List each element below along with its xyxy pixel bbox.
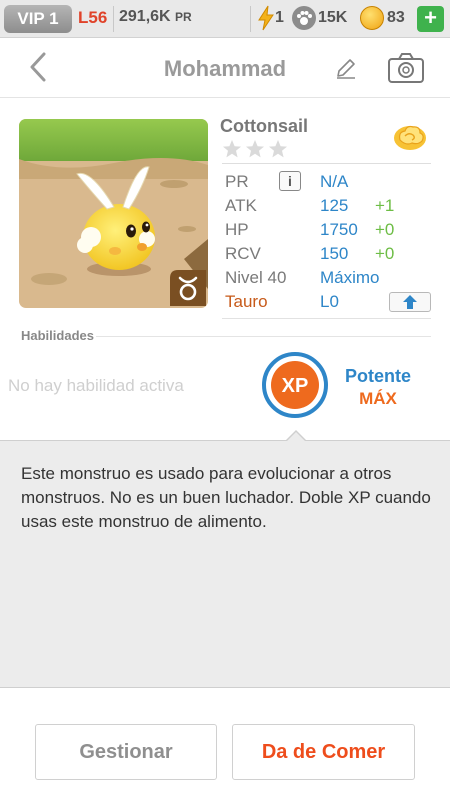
divider: [250, 6, 251, 32]
stat-bonus-hp: +0: [375, 220, 395, 239]
lightning-icon: [258, 5, 274, 31]
stat-label-hp: HP: [225, 220, 249, 239]
stat-bonus-atk: +1: [375, 196, 395, 215]
player-level: L56: [78, 8, 108, 27]
divider: [96, 336, 431, 337]
add-coins-button[interactable]: +: [417, 6, 444, 32]
stat-label-zodiac: Tauro: [225, 292, 268, 311]
vip-badge[interactable]: VIP 1: [4, 5, 72, 33]
manage-button[interactable]: Gestionar: [35, 724, 217, 780]
feed-button[interactable]: Da de Comer: [232, 724, 415, 780]
divider: [222, 163, 431, 164]
skill-level-label: Potente: [344, 366, 411, 386]
nav-bar: Mohammad: [0, 38, 450, 98]
stat-value-hp: 1750: [320, 220, 358, 239]
xp-label: XP: [282, 375, 309, 397]
xp-badge[interactable]: XP: [262, 352, 328, 418]
star-icon: [223, 140, 241, 158]
taurus-icon: [170, 270, 206, 306]
paw-count: 15K: [318, 9, 348, 26]
stat-bonus-rcv: +0: [375, 244, 395, 263]
stat-label-atk: ATK: [225, 196, 257, 215]
chevron-left-icon[interactable]: [24, 50, 54, 84]
monster-name: Cottonsail: [220, 116, 308, 136]
stat-value-zodiac: L0: [320, 292, 339, 311]
divider: [113, 6, 114, 32]
star-icon: [269, 140, 287, 158]
abilities-header: Habilidades: [21, 328, 94, 343]
cloud-icon: [394, 125, 426, 150]
monster-description: Este monstruo es usado para evolucionar …: [21, 464, 431, 531]
paw-icon: [292, 6, 316, 30]
no-active-skill-text: No hay habilidad activa: [8, 376, 184, 395]
callout-pointer-fill: [286, 432, 306, 442]
star-rating: [223, 140, 287, 158]
camera-icon[interactable]: [387, 52, 425, 84]
stat-value-rcv: 150: [320, 244, 349, 263]
pr-unit: PR: [175, 10, 192, 24]
divider: [222, 318, 431, 319]
stat-value-atk: 125: [320, 196, 349, 215]
stat-label-pr: PR: [225, 172, 249, 191]
page-title: Mohammad: [163, 56, 287, 81]
coin-count: 83: [387, 9, 405, 26]
pr-value: 291,6K: [119, 8, 171, 25]
skill-max-label: MÁX: [359, 389, 397, 408]
star-icon: [246, 140, 264, 158]
stat-value-pr: N/A: [320, 172, 349, 191]
stat-label-rcv: RCV: [225, 244, 261, 263]
stat-label-level: Nivel 40: [225, 268, 287, 287]
pencil-icon[interactable]: [334, 56, 358, 80]
stat-value-level: Máximo: [320, 268, 380, 287]
arrow-up-icon: [403, 295, 417, 309]
info-icon[interactable]: i: [279, 171, 301, 191]
energy-count: 1: [275, 9, 284, 26]
coin-icon: [360, 6, 384, 30]
status-bar: VIP 1 L56 291,6K PR 1 15K 83 +: [0, 0, 450, 38]
pr-total: 291,6K PR: [119, 8, 192, 26]
upgrade-button[interactable]: [389, 292, 431, 312]
